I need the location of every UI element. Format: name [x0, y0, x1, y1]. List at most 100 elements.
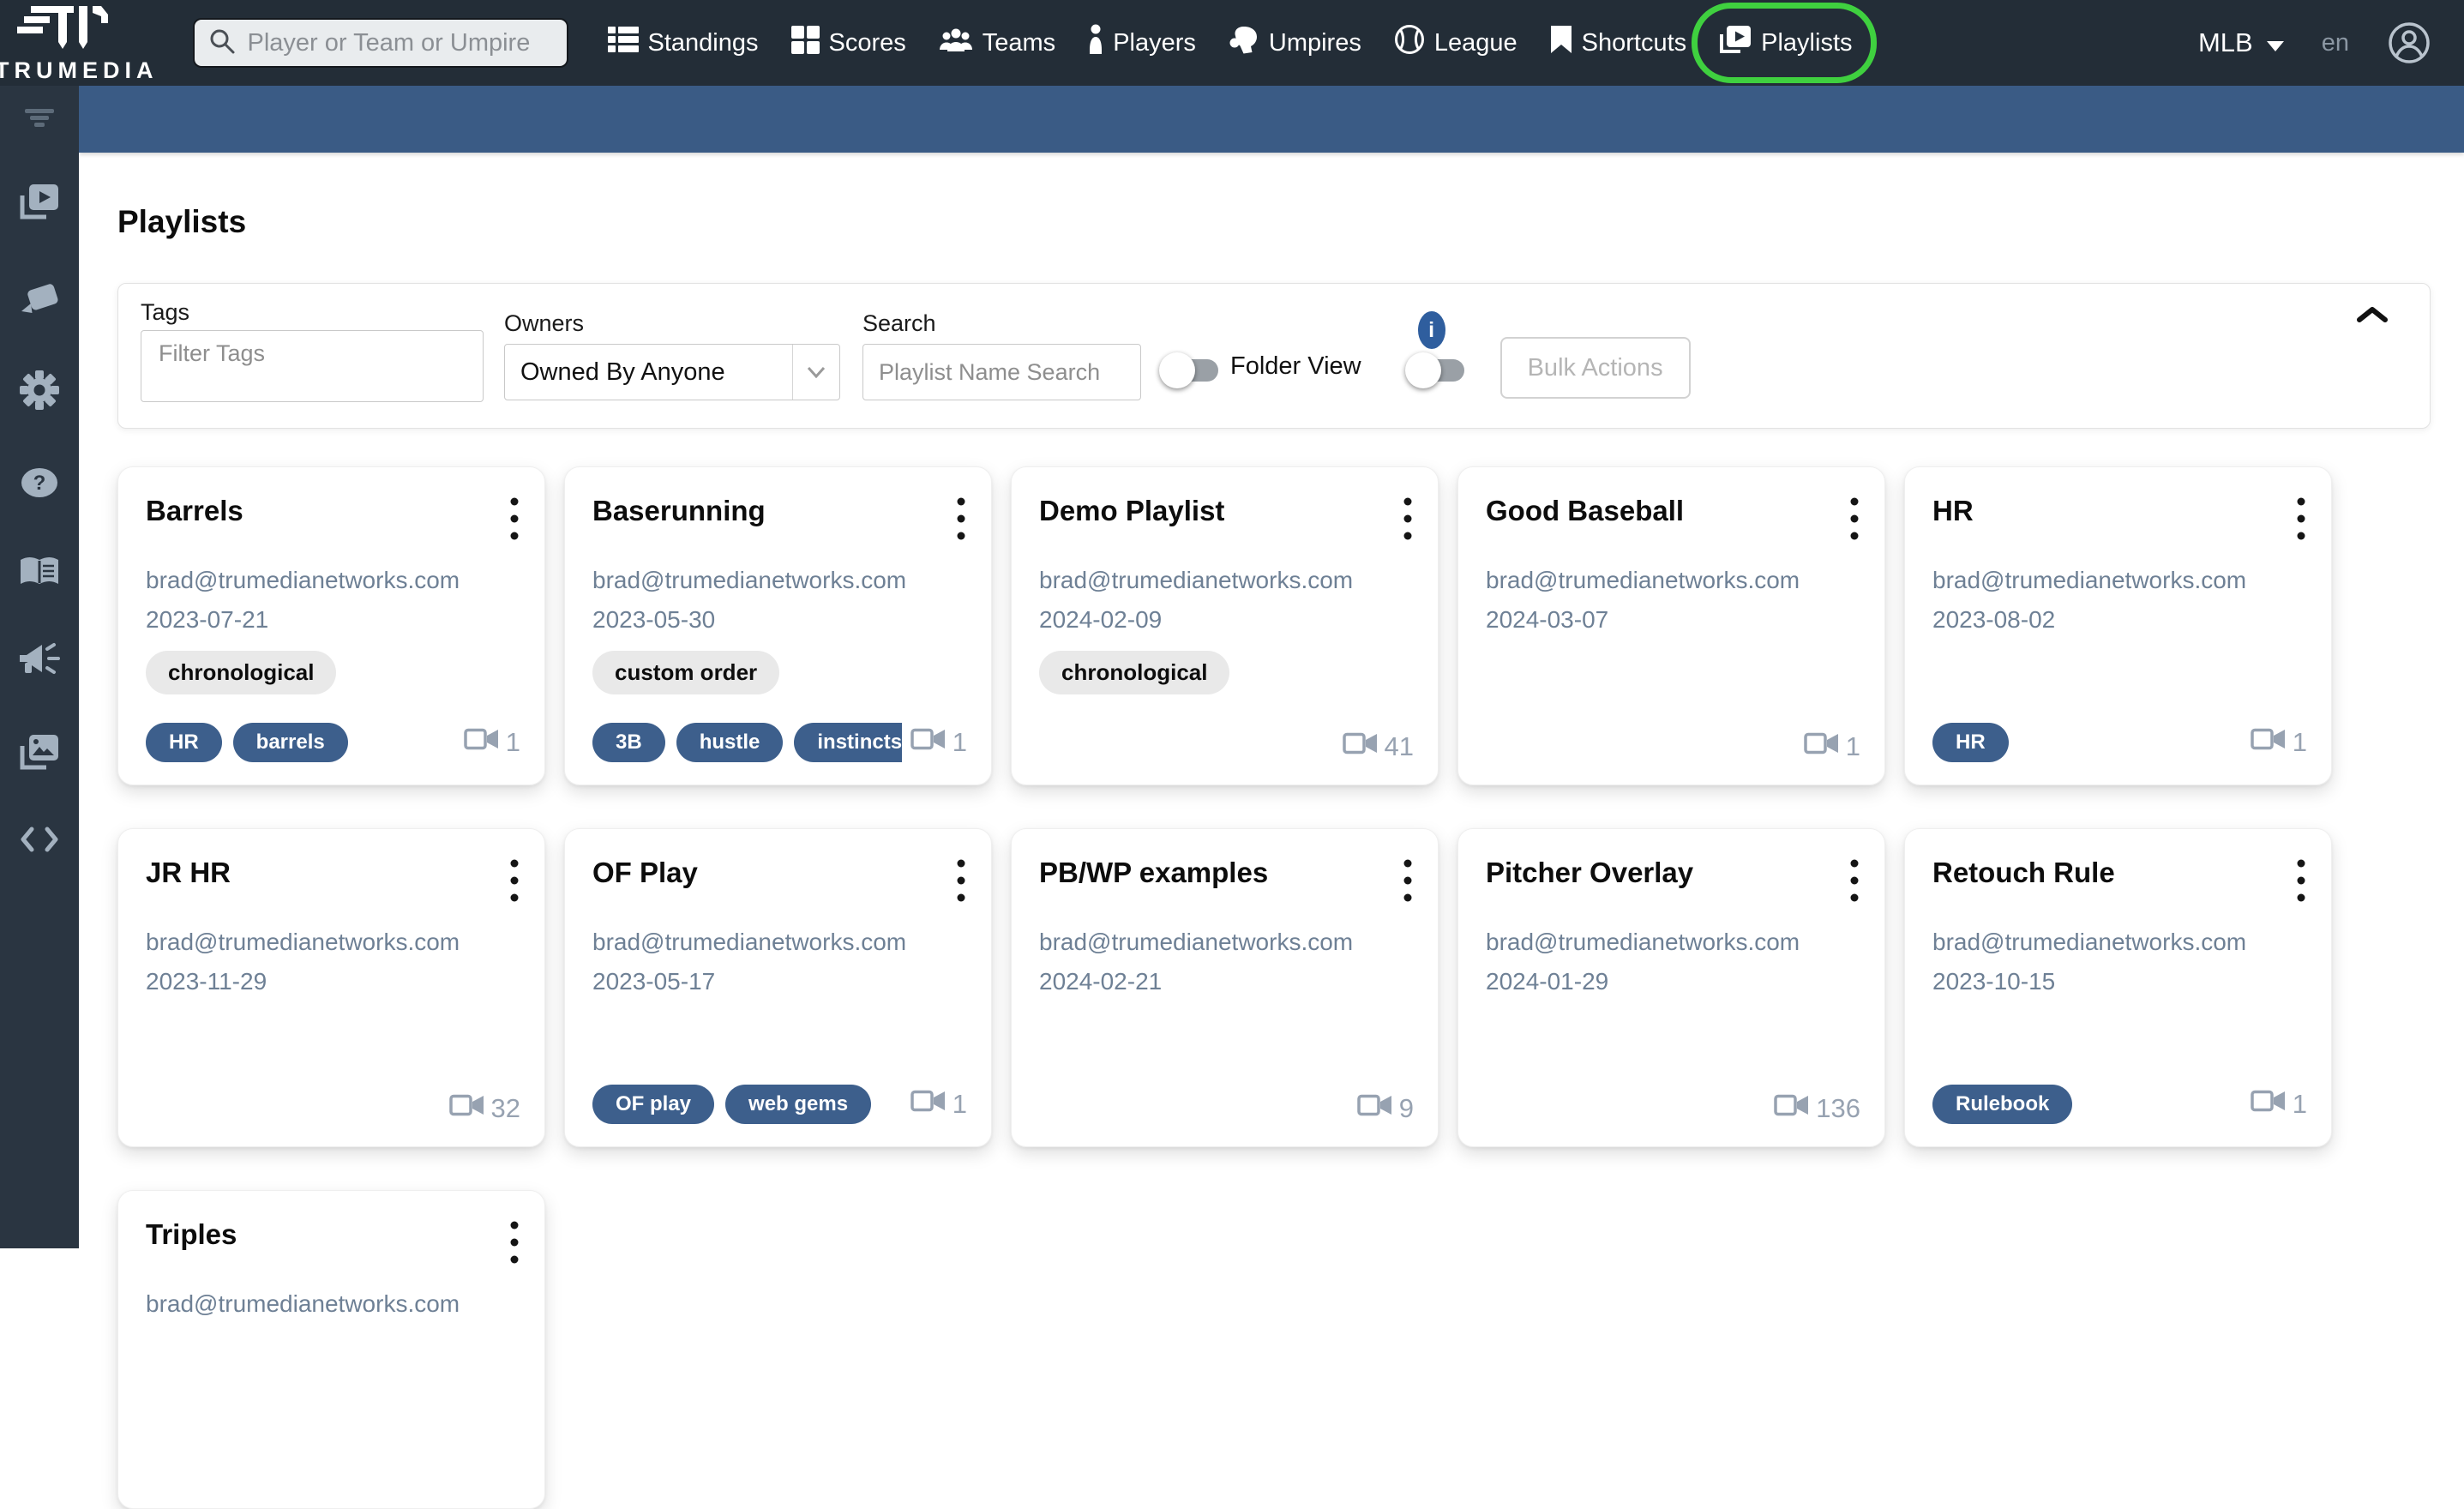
league-selector[interactable]: MLB — [2198, 27, 2284, 58]
card-footer: 1 — [1486, 731, 1860, 762]
nav-item-scores[interactable]: Scores — [790, 25, 906, 61]
kebab-menu-button[interactable] — [2288, 490, 2314, 548]
video-count-value: 32 — [490, 1093, 520, 1123]
playlist-title: Pitcher Overlay — [1486, 857, 1694, 888]
playlist-date: 2023-10-15 — [1932, 968, 2056, 995]
nav-menu: Standings Scores Teams Players Umpires L… — [607, 3, 1877, 83]
league-baseball-icon — [1394, 24, 1425, 62]
playlist-title: Retouch Rule — [1932, 857, 2115, 888]
playlist-title: HR — [1932, 495, 1974, 526]
sidebar-settings-gear-icon[interactable] — [19, 370, 60, 411]
nav-label: Shortcuts — [1581, 28, 1687, 57]
playlist-card[interactable]: JR HR brad@trumedianetworks.com 2023-11-… — [117, 828, 545, 1147]
video-count: 1 — [1804, 731, 1860, 762]
playlist-card[interactable]: Pitcher Overlay brad@trumedianetworks.co… — [1457, 828, 1885, 1147]
nav-item-umpires[interactable]: Umpires — [1229, 25, 1361, 61]
playlist-title: Baserunning — [592, 495, 766, 526]
kebab-menu-button[interactable] — [1842, 851, 1867, 910]
sidebar-announcements-megaphone-icon[interactable] — [18, 642, 61, 678]
order-tag-row: chronological — [146, 651, 520, 694]
playlist-card[interactable]: Demo Playlist brad@trumedianetworks.com … — [1011, 466, 1439, 785]
sidebar-spray-chart-icon[interactable] — [19, 275, 60, 315]
playlist-date: 2024-03-07 — [1486, 606, 1609, 633]
card-head: Baserunning — [592, 491, 967, 548]
nav-item-teams[interactable]: Teams — [939, 26, 1055, 60]
order-tag: custom order — [592, 651, 780, 694]
playlist-name-search-input[interactable] — [862, 344, 1141, 400]
playlist-date: 2024-02-09 — [1039, 606, 1163, 633]
video-camera-icon — [1357, 1093, 1393, 1124]
nav-item-league[interactable]: League — [1394, 24, 1517, 62]
playlist-title: Demo Playlist — [1039, 495, 1225, 526]
video-count-value: 41 — [1384, 731, 1414, 761]
search-icon — [208, 27, 236, 59]
playlist-card[interactable]: Triples brad@trumedianetworks.com — [117, 1190, 545, 1509]
playlist-card[interactable]: OF Play brad@trumedianetworks.com 2023-0… — [564, 828, 992, 1147]
sidebar-embed-code-icon[interactable] — [20, 826, 59, 853]
kebab-menu-button[interactable] — [502, 490, 527, 548]
kebab-menu-button[interactable] — [948, 851, 974, 910]
nav-item-playlists[interactable]: Playlists — [1692, 3, 1877, 83]
kebab-menu-button[interactable] — [948, 490, 974, 548]
toggle-knob — [1159, 352, 1195, 388]
playlist-card[interactable]: Barrels brad@trumedianetworks.com 2023-0… — [117, 466, 545, 785]
nav-label: Players — [1113, 28, 1196, 57]
playlist-title: Triples — [146, 1218, 237, 1250]
tag-pills: OF play web gems — [592, 1085, 872, 1124]
global-search-input[interactable] — [245, 27, 573, 58]
playlist-owner: brad@trumedianetworks.com — [1039, 567, 1354, 593]
video-count: 136 — [1774, 1093, 1860, 1124]
trumedia-logo[interactable]: TRUMEDIA — [0, 4, 159, 82]
card-head: Good Baseball — [1486, 491, 1860, 548]
playlist-card[interactable]: Baserunning brad@trumedianetworks.com 20… — [564, 466, 992, 785]
kebab-menu-button[interactable] — [502, 1213, 527, 1272]
sidebar-glossary-book-icon[interactable] — [19, 555, 60, 587]
card-footer: HR 1 — [1932, 723, 2307, 762]
tags-filter-input[interactable] — [141, 330, 484, 402]
kebab-menu-button[interactable] — [1842, 490, 1867, 548]
sidebar-media-images-icon[interactable] — [19, 733, 60, 771]
language-switcher[interactable]: en — [2322, 29, 2349, 57]
kebab-menu-button[interactable] — [502, 851, 527, 910]
playlist-owner: brad@trumedianetworks.com — [1932, 567, 2247, 593]
nav-item-standings[interactable]: Standings — [607, 26, 759, 61]
video-camera-icon — [448, 1093, 485, 1124]
nav-label: Scores — [828, 28, 906, 57]
global-search — [192, 18, 573, 68]
kebab-icon — [1403, 497, 1412, 540]
nav-item-players[interactable]: Players — [1088, 24, 1196, 62]
sidebar-help-question-icon[interactable]: ? — [20, 466, 59, 500]
caret-down-icon — [2266, 27, 2284, 58]
playlist-card[interactable]: HR brad@trumedianetworks.com 2023-08-02 … — [1904, 466, 2332, 785]
order-tag-row: chronological — [1039, 651, 1414, 694]
tag-pills: Rulebook — [1932, 1085, 2073, 1124]
sidebar-filter-lines-icon[interactable] — [21, 109, 58, 128]
collapse-panel-button[interactable] — [2353, 303, 2392, 329]
owners-select[interactable]: Owned By Anyone — [504, 344, 840, 400]
kebab-icon — [510, 1221, 519, 1264]
bulk-select-toggle[interactable] — [1404, 352, 1464, 388]
kebab-menu-button[interactable] — [1395, 490, 1421, 548]
playlist-owner: brad@trumedianetworks.com — [592, 567, 907, 593]
kebab-menu-button[interactable] — [2288, 851, 2314, 910]
playlist-card[interactable]: Retouch Rule brad@trumedianetworks.com 2… — [1904, 828, 2332, 1147]
playlist-card[interactable]: PB/WP examples brad@trumedianetworks.com… — [1011, 828, 1439, 1147]
playlist-date: 2023-08-02 — [1932, 606, 2056, 633]
banner — [79, 86, 2464, 153]
kebab-menu-button[interactable] — [1395, 851, 1421, 910]
playlist-date: 2024-02-21 — [1039, 968, 1163, 995]
video-count-value: 1 — [2292, 727, 2307, 757]
sidebar-playlists-video-icon[interactable] — [19, 183, 60, 220]
info-icon[interactable]: i — [1417, 311, 1445, 349]
league-value: MLB — [2197, 27, 2253, 57]
video-count-value: 1 — [2292, 1089, 2307, 1119]
folder-view-toggle[interactable] — [1159, 352, 1218, 388]
nav-item-shortcuts[interactable]: Shortcuts — [1550, 25, 1687, 61]
playlist-title: PB/WP examples — [1039, 857, 1269, 888]
card-footer: OF play web gems 1 — [592, 1085, 967, 1124]
playlist-card[interactable]: Good Baseball brad@trumedianetworks.com … — [1457, 466, 1885, 785]
account-avatar-icon[interactable] — [2387, 21, 2431, 65]
bulk-actions-button[interactable]: Bulk Actions — [1499, 337, 1691, 399]
tag-pill: HR — [146, 723, 222, 762]
playlist-title: Barrels — [146, 495, 243, 526]
